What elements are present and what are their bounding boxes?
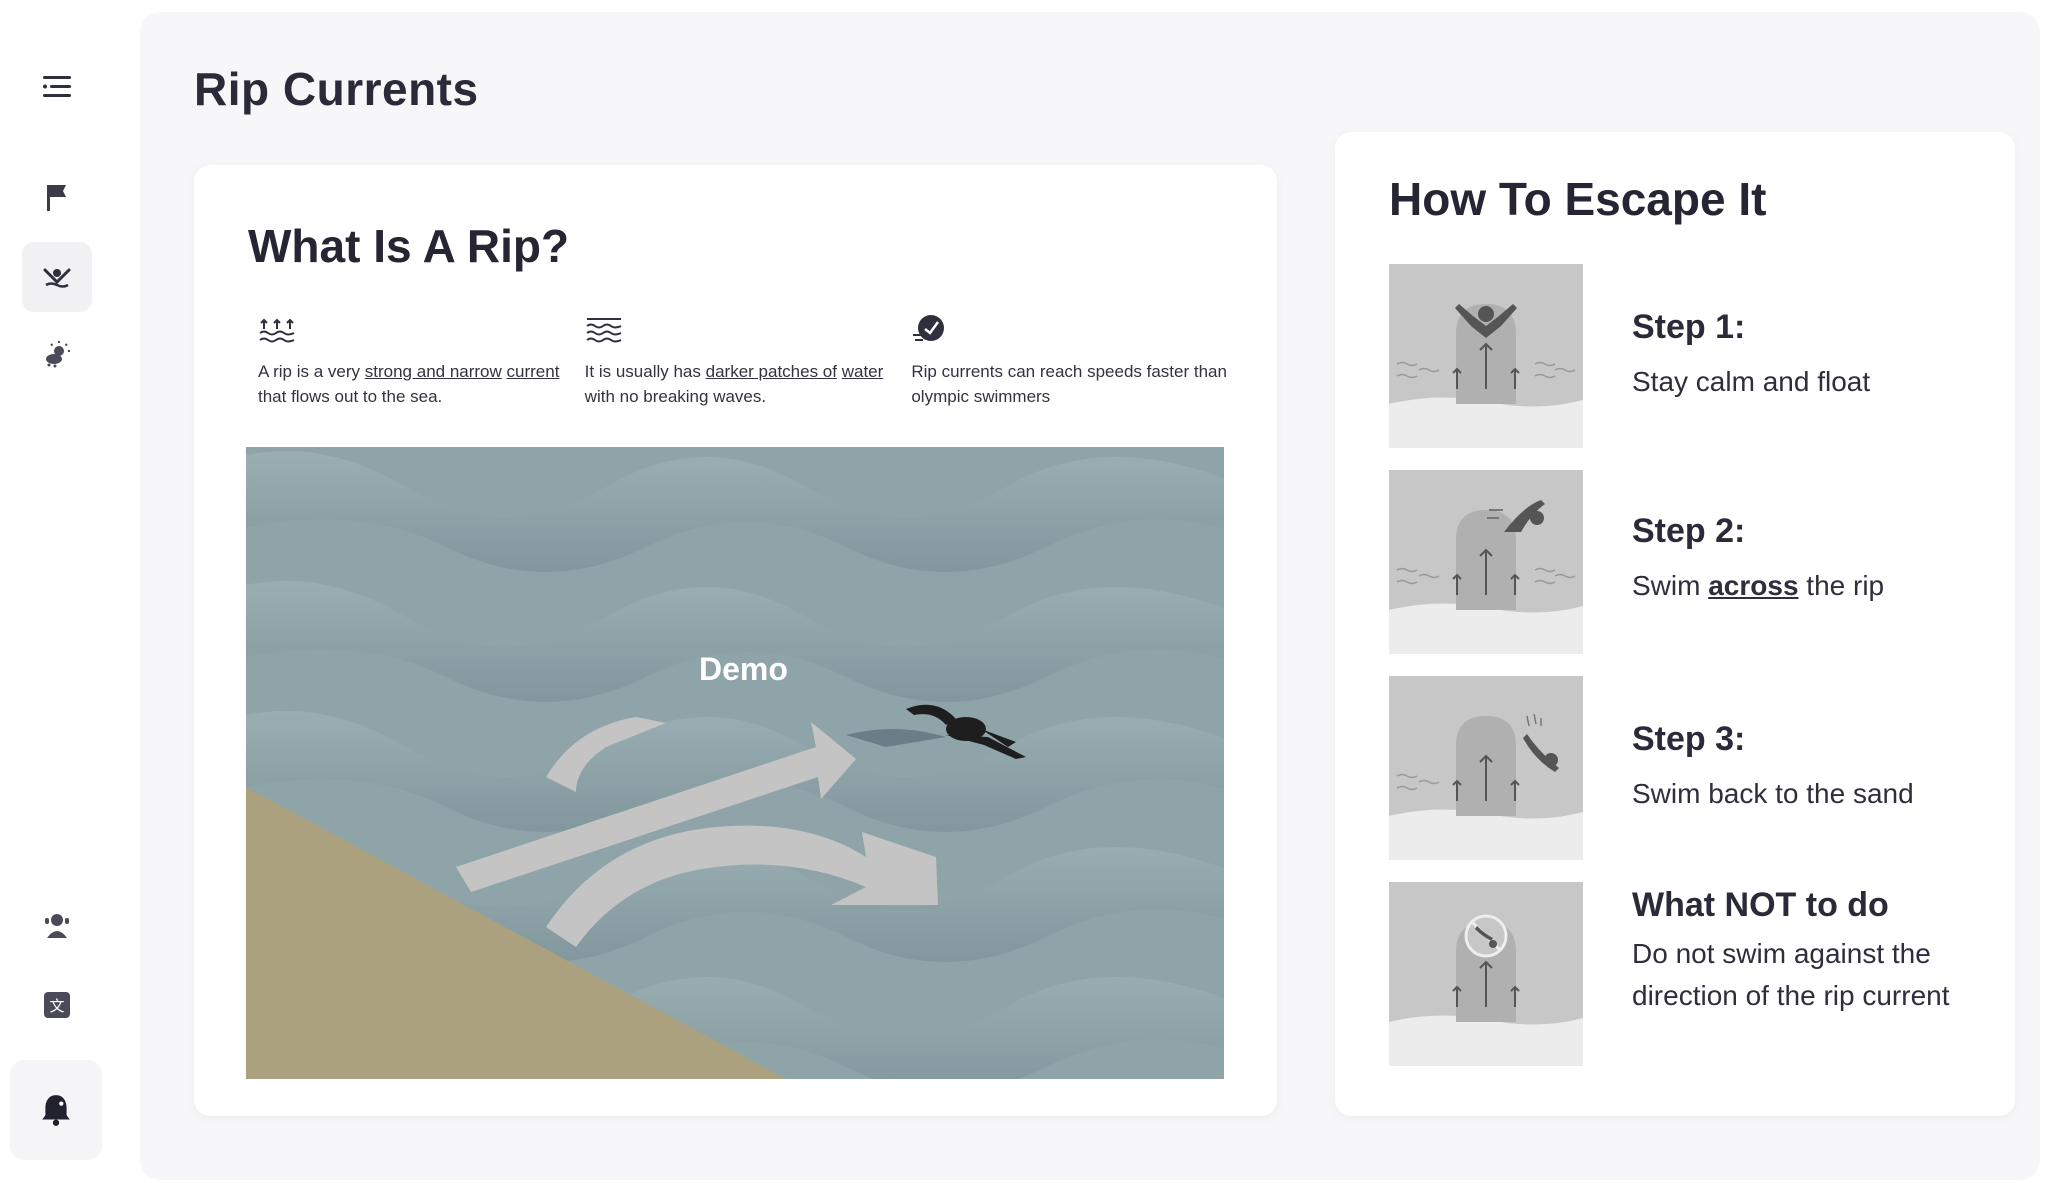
weather-button[interactable] xyxy=(22,320,92,390)
step-1-title: Step 1: xyxy=(1632,308,1746,346)
alert-button[interactable] xyxy=(10,1060,102,1160)
main-panel: Rip Currents What Is A Rip? A rip is a v… xyxy=(140,12,2040,1180)
fact-1-link-a[interactable]: strong and narrow xyxy=(365,362,502,381)
waves-arrows-icon xyxy=(259,318,295,343)
sidebar: 文 xyxy=(0,0,140,1183)
escape-title: How To Escape It xyxy=(1389,173,1767,225)
step-dont-image xyxy=(1389,882,1583,1066)
step-2-image xyxy=(1389,470,1583,654)
fact-2-text: It is usually has darker patches of wate… xyxy=(584,362,884,406)
fact-2-link-a[interactable]: darker patches of xyxy=(706,362,837,381)
weather-icon xyxy=(46,341,70,368)
step-2: Step 2: Swim across the rip xyxy=(1389,470,1989,654)
step-dont-desc: Do not swim against the direction of the… xyxy=(1632,938,1950,1011)
step-1-image xyxy=(1389,264,1583,448)
fact-item: Rip currents can reach speeds faster tha… xyxy=(911,313,1238,409)
page-title: Rip Currents xyxy=(194,63,479,115)
lifeguard-button[interactable] xyxy=(22,890,92,960)
what-title: What Is A Rip? xyxy=(248,220,570,272)
facts-row: A rip is a very strong and narrow curren… xyxy=(258,313,1238,409)
step-1: Step 1: Stay calm and float xyxy=(1389,264,1989,448)
demo-illustration xyxy=(246,447,1224,1079)
waves-icon xyxy=(586,318,622,343)
step-3-text: Step 3: Swim back to the sand xyxy=(1632,720,1914,815)
flag-icon xyxy=(47,185,66,211)
step-2-text: Step 2: Swim across the rip xyxy=(1632,512,1884,607)
speed-icon xyxy=(913,315,945,341)
what-is-rip-card: What Is A Rip? A rip is a very strong an… xyxy=(194,165,1277,1116)
swimmer-button[interactable] xyxy=(22,242,92,312)
demo-video[interactable]: Demo xyxy=(246,447,1224,1079)
translate-icon: 文 xyxy=(44,992,70,1018)
translate-button[interactable]: 文 xyxy=(22,970,92,1040)
step-dont: What NOT to do Do not swim against the d… xyxy=(1389,882,1989,1066)
swimmer-icon xyxy=(43,268,71,288)
fact-1-link-b[interactable]: current xyxy=(507,362,560,381)
menu-button[interactable] xyxy=(22,52,92,122)
step-3: Step 3: Swim back to the sand xyxy=(1389,676,1989,860)
fact-2-link-b[interactable]: water xyxy=(842,362,884,381)
step-1-desc: Stay calm and float xyxy=(1632,366,1871,397)
fact-item: A rip is a very strong and narrow curren… xyxy=(258,313,585,409)
step-dont-title: What NOT to do xyxy=(1632,886,1889,924)
fact-3-text: Rip currents can reach speeds faster tha… xyxy=(911,362,1227,406)
step-1-text: Step 1: Stay calm and float xyxy=(1632,308,1870,403)
fact-item: It is usually has darker patches of wate… xyxy=(585,313,912,409)
demo-label: Demo xyxy=(699,651,788,687)
step-3-desc: Swim back to the sand xyxy=(1632,778,1914,809)
step-3-image xyxy=(1389,676,1583,860)
svg-text:文: 文 xyxy=(49,997,64,1015)
how-to-escape-card: How To Escape It Step 1: Stay calm and f… xyxy=(1335,132,2015,1116)
lifeguard-icon xyxy=(45,914,69,938)
menu-icon xyxy=(43,76,71,97)
step-2-title: Step 2: xyxy=(1632,512,1746,550)
step-2-desc: Swim across the rip xyxy=(1632,570,1885,601)
bell-icon xyxy=(42,1095,70,1126)
step-dont-text: What NOT to do Do not swim against the d… xyxy=(1632,886,1992,1017)
fact-1-text: A rip is a very strong and narrow curren… xyxy=(258,362,560,406)
flag-button[interactable] xyxy=(22,162,92,232)
step-3-title: Step 3: xyxy=(1632,720,1746,758)
